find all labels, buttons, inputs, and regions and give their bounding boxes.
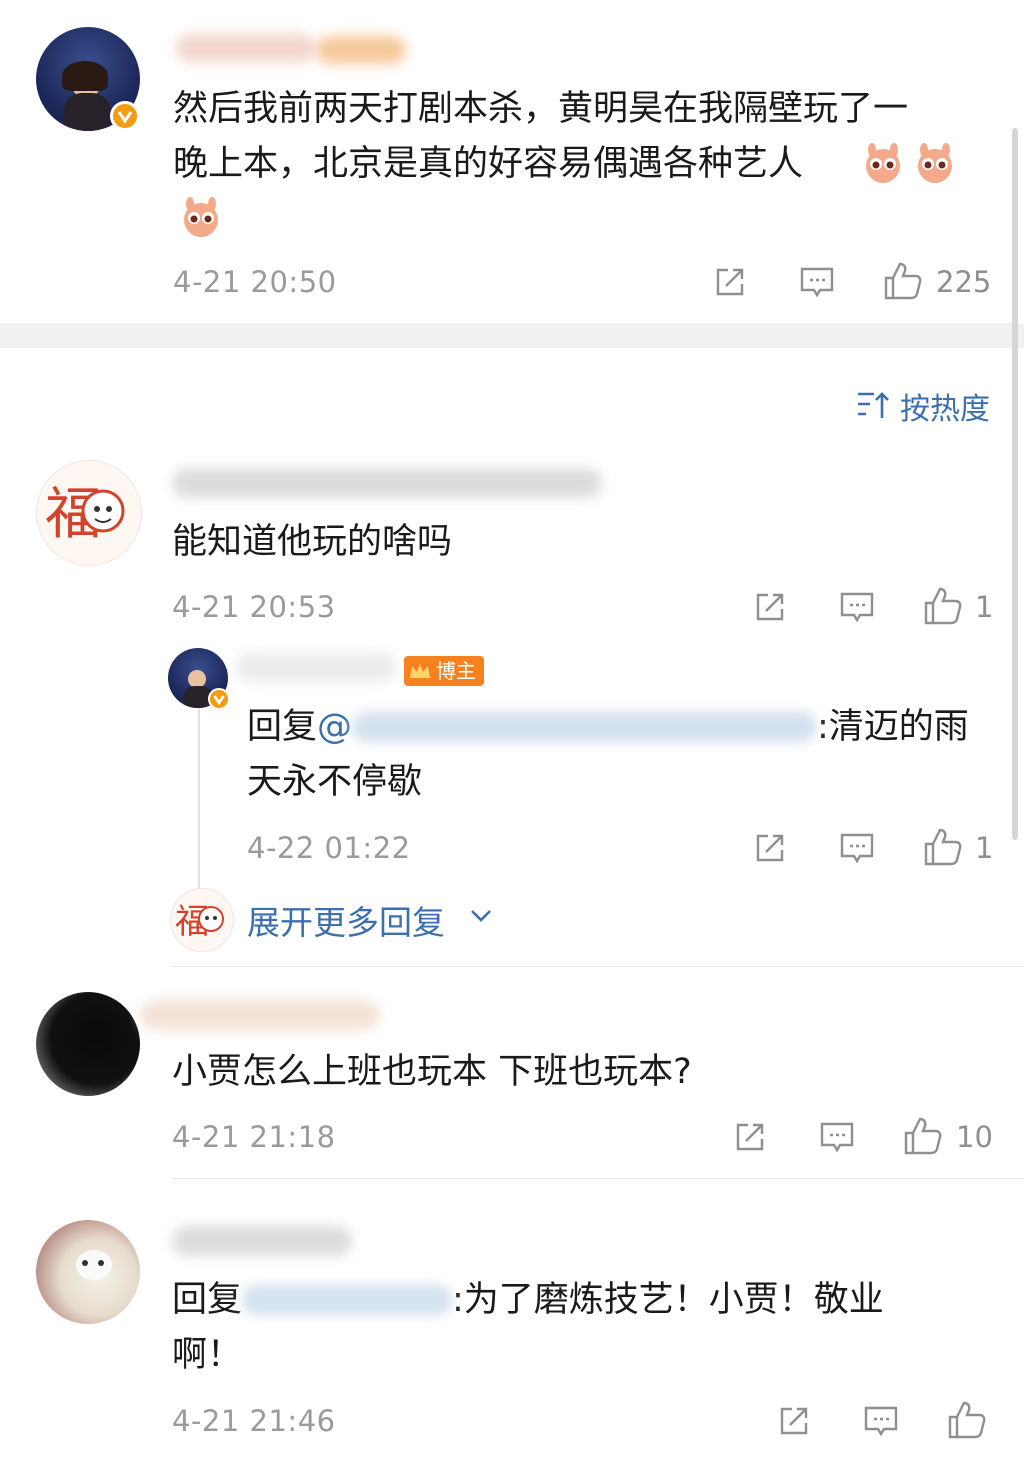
comment-text: 小贾怎么上班也玩本 下班也玩本? [172,1052,692,1092]
like-icon[interactable] [902,1115,944,1157]
like-count: 1 [975,831,994,865]
like-count: 10 [956,1120,993,1154]
post-text: 然后我前两天打剧本杀，黄明昊在我隔壁玩了一 晚上本，北京是真的好容易偶遇各种艺人 [173,82,908,192]
section-separator [0,323,1024,348]
verified-badge-icon [208,688,230,710]
comment-divider [172,1178,1024,1179]
share-icon[interactable] [752,830,788,866]
sort-label: 按热度 [900,392,990,427]
post-text-line-2: 晚上本，北京是真的好容易偶遇各种艺人 [173,144,804,184]
commenter-avatar[interactable]: 福 [36,460,142,566]
crown-icon [408,660,432,690]
reply-timestamp: 4-22 01:22 [247,831,411,865]
bunny-emoji-icon [178,196,224,242]
comment-text: 回复 :为了磨炼技艺！小贾！敬业 啊！ [172,1273,884,1383]
reply-prefix: 回复 [247,707,318,747]
bunny-emoji-icon [860,142,906,188]
comment-icon[interactable] [862,1403,900,1439]
mention-username[interactable] [242,1273,453,1328]
bunny-emoji-icon [912,142,958,188]
comment-icon[interactable] [838,830,876,866]
like-icon[interactable] [946,1399,988,1441]
reply-thread-line [198,700,200,890]
expand-more-replies-label: 展开更多回复 [247,903,445,942]
commenter-avatar[interactable] [36,1220,140,1324]
share-icon[interactable] [776,1403,812,1439]
replier-avatar[interactable]: 福 [170,888,234,952]
reply-text: 回复@ :清迈的雨 天永不停歇 [247,700,969,810]
blogger-badge: 博主 [404,656,484,686]
share-icon[interactable] [732,1119,768,1155]
post-text-line-1: 然后我前两天打剧本杀，黄明昊在我隔壁玩了一 [173,89,909,129]
mention-username[interactable] [352,700,818,755]
like-count: 225 [936,265,992,299]
reply-text-line-2: 天永不停歇 [247,762,423,802]
comment-text-line-2: 啊！ [172,1335,243,1375]
mention-link[interactable]: @ [317,707,352,747]
reply-prefix: 回复 [172,1280,243,1320]
reply-suffix: :清迈的雨 [817,707,969,747]
comment-timestamp: 4-21 21:46 [172,1404,336,1438]
reply-suffix: :为了磨炼技艺！小贾！敬业 [452,1280,884,1320]
comment-icon[interactable] [818,1119,856,1155]
comment-timestamp: 4-21 21:18 [172,1120,336,1154]
like-icon[interactable] [922,826,964,868]
sort-icon [856,390,890,424]
comment-text: 能知道他玩的啥吗 [172,522,453,562]
like-icon[interactable] [882,260,924,302]
scrollbar[interactable] [1012,128,1018,840]
like-icon[interactable] [922,585,964,627]
expand-more-replies[interactable]: 展开更多回复 [247,896,491,942]
post-timestamp: 4-21 20:50 [173,265,337,299]
share-icon[interactable] [712,264,748,300]
chevron-down-icon [469,908,493,928]
comment-icon[interactable] [798,264,836,300]
share-icon[interactable] [752,589,788,625]
commenter-avatar[interactable] [36,992,140,1096]
like-count: 1 [975,590,994,624]
verified-badge-icon [110,101,140,131]
blogger-badge-label: 博主 [436,659,476,683]
comment-timestamp: 4-21 20:53 [172,590,336,624]
comment-icon[interactable] [838,589,876,625]
comment-divider [172,966,1024,967]
